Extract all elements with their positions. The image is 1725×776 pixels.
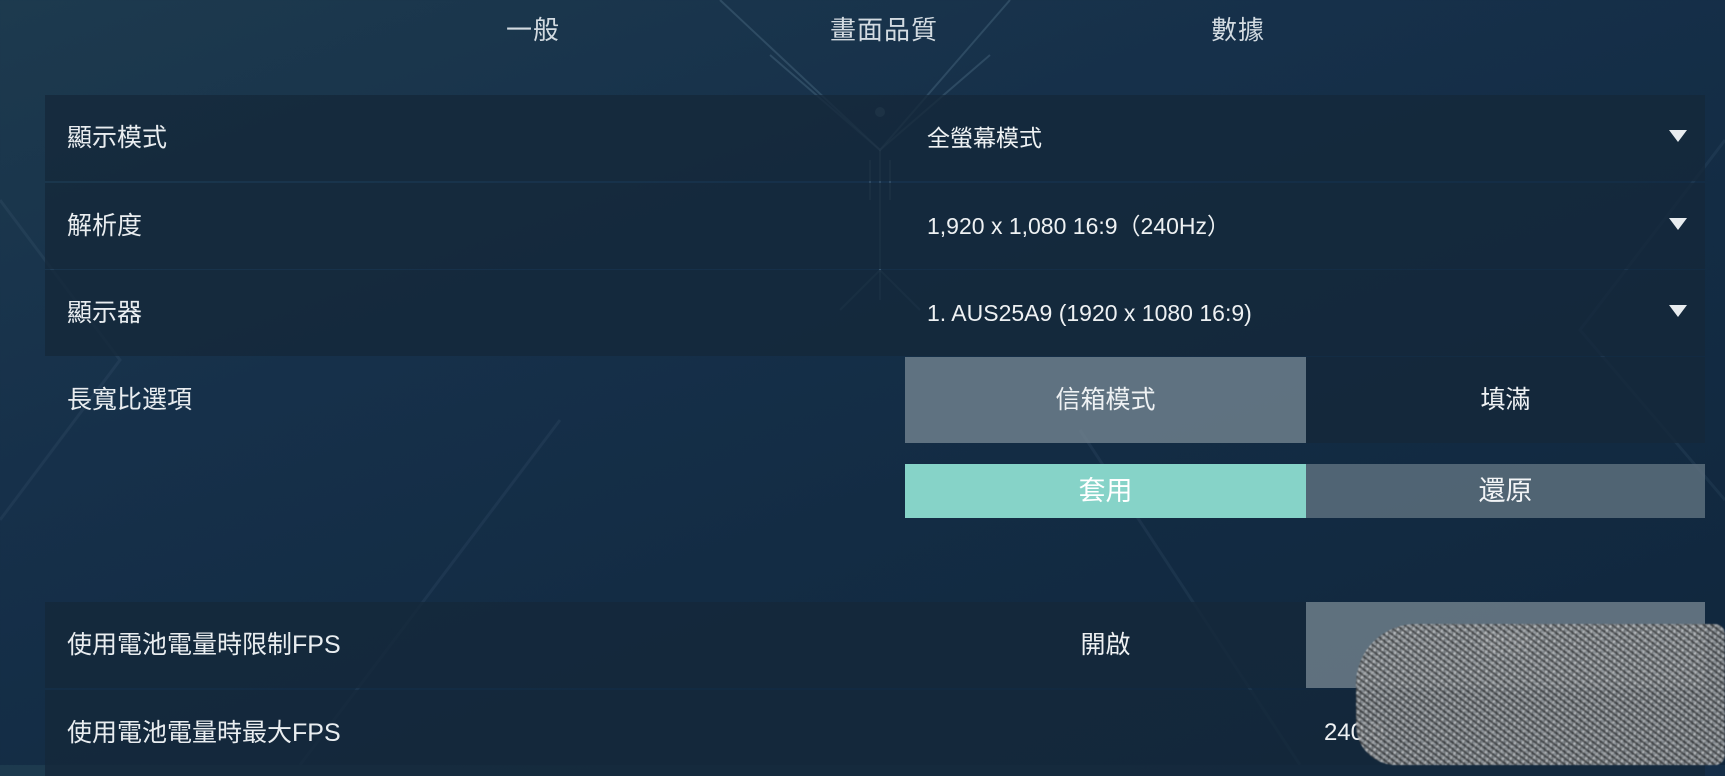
monitor-dropdown[interactable]: 1. AUS25A9 (1920 x 1080 16:9)	[905, 270, 1705, 356]
aspect-ratio-letterbox-option[interactable]: 信箱模式	[905, 357, 1306, 443]
display-mode-dropdown[interactable]: 全螢幕模式	[905, 95, 1705, 181]
revert-button[interactable]: 還原	[1306, 464, 1705, 518]
battery-max-fps-label: 使用電池電量時最大FPS	[67, 719, 341, 747]
monitor-row: 顯示器 1. AUS25A9 (1920 x 1080 16:9)	[45, 270, 1705, 356]
display-mode-value: 全螢幕模式	[927, 125, 1042, 151]
resolution-dropdown[interactable]: 1,920 x 1,080 16:9（240Hz）	[905, 183, 1705, 269]
resolution-value: 1,920 x 1,080 16:9（240Hz）	[927, 213, 1231, 239]
resolution-row: 解析度 1,920 x 1,080 16:9（240Hz）	[45, 183, 1705, 269]
battery-limit-fps-label: 使用電池電量時限制FPS	[67, 631, 341, 659]
monitor-value: 1. AUS25A9 (1920 x 1080 16:9)	[927, 300, 1252, 326]
tab-general[interactable]: 一般	[506, 10, 560, 47]
chevron-down-icon	[1669, 130, 1687, 142]
settings-tabs: 一般 畫面品質 數據	[0, 0, 1725, 60]
aspect-ratio-label: 長寬比選項	[67, 386, 193, 414]
display-mode-label: 顯示模式	[67, 124, 168, 152]
aspect-ratio-fill-option[interactable]: 填滿	[1306, 357, 1705, 443]
obscured-overlay	[1356, 624, 1725, 765]
battery-limit-fps-on-option[interactable]: 開啟	[905, 602, 1306, 688]
monitor-label: 顯示器	[67, 299, 143, 327]
chevron-down-icon	[1669, 305, 1687, 317]
tab-stats[interactable]: 數據	[1211, 10, 1265, 47]
display-mode-row: 顯示模式 全螢幕模式	[45, 95, 1705, 181]
apply-button[interactable]: 套用	[905, 464, 1306, 518]
tab-graphics-quality[interactable]: 畫面品質	[830, 10, 938, 47]
resolution-label: 解析度	[67, 212, 143, 240]
chevron-down-icon	[1669, 218, 1687, 230]
aspect-ratio-row: 長寬比選項 信箱模式 填滿	[45, 357, 1705, 443]
